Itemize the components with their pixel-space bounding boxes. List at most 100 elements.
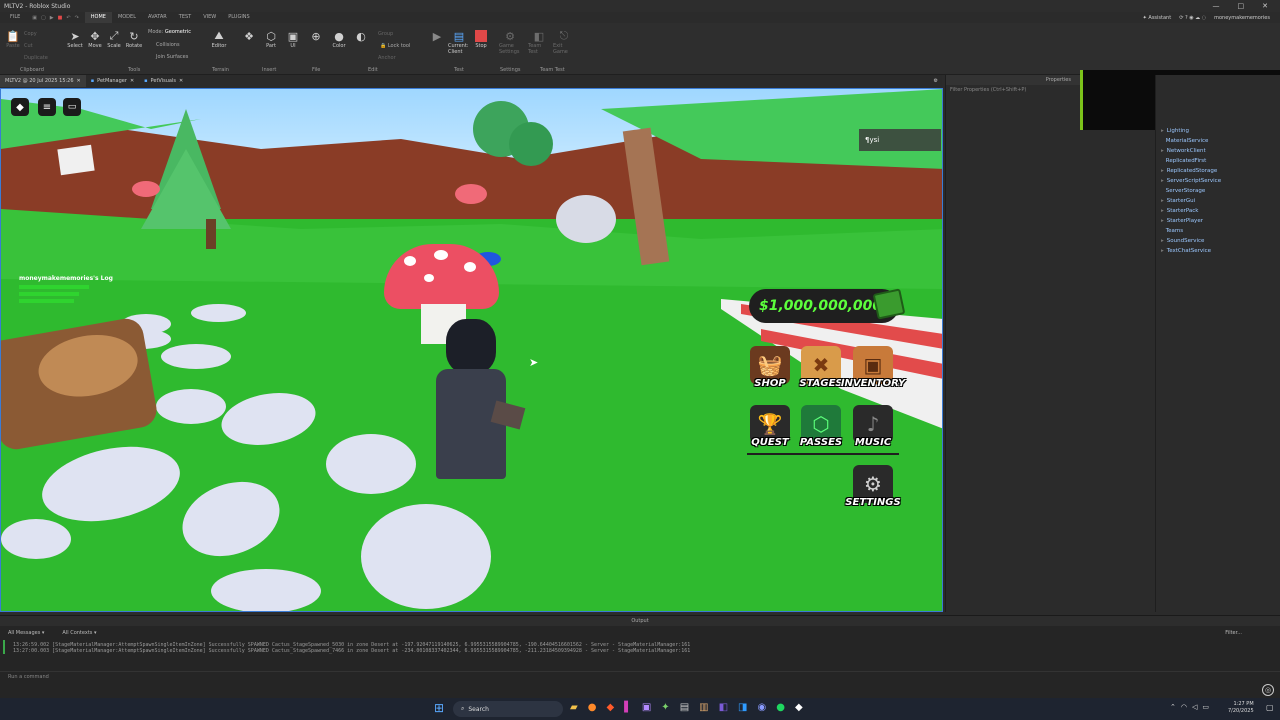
explorer-item[interactable]: ▸ SoundService: [1161, 236, 1280, 246]
user-name[interactable]: moneymakememories: [1214, 15, 1270, 21]
part-button[interactable]: ⬡ Part: [260, 29, 282, 50]
visual-studio-icon[interactable]: ◧: [719, 702, 728, 713]
cut-button[interactable]: Cut: [24, 43, 33, 49]
taskbar-search[interactable]: ⌕ Search: [453, 701, 563, 717]
chevron-up-icon[interactable]: ⌃: [1170, 703, 1176, 711]
game-settings-button[interactable]: ⚙ Game Settings: [499, 29, 521, 56]
settings-button[interactable]: ⚙ SETTINGS: [845, 465, 901, 513]
minimize-button[interactable]: —: [1213, 2, 1220, 10]
inventory-button[interactable]: ▣ INVENTORY: [841, 346, 905, 394]
maximize-button[interactable]: □: [1238, 2, 1245, 10]
tab-view[interactable]: VIEW: [197, 12, 222, 23]
stop-icon[interactable]: ■: [58, 15, 63, 21]
explorer-item[interactable]: ▸ StarterGui: [1161, 196, 1280, 206]
toolbox-button[interactable]: ❖: [238, 29, 260, 43]
stages-button[interactable]: ✖ STAGES: [798, 346, 844, 394]
tab-test[interactable]: TEST: [173, 12, 197, 23]
after-effects-icon[interactable]: ▣: [642, 702, 651, 713]
brave-icon[interactable]: ◆: [606, 702, 614, 713]
target-icon[interactable]: ◎: [1262, 684, 1274, 696]
select-tool[interactable]: ➤ Select: [64, 29, 86, 50]
file-menu[interactable]: FILE: [4, 12, 26, 23]
terrain-editor-button[interactable]: ⛰ Editor: [208, 29, 230, 49]
hamburger-icon[interactable]: ≡: [38, 98, 56, 116]
battery-icon[interactable]: ▭: [1202, 703, 1209, 711]
anchor-button[interactable]: Anchor: [378, 55, 396, 61]
chat-input[interactable]: ¶ ysi: [859, 129, 941, 151]
collisions-toggle[interactable]: Collisions: [156, 42, 180, 48]
current-client-button[interactable]: ▤ Current: Client: [448, 29, 470, 56]
speaker-icon[interactable]: ◁: [1192, 703, 1197, 711]
stop-button[interactable]: Stop: [470, 29, 492, 49]
redo-icon[interactable]: ↷: [75, 15, 79, 21]
explorer-item[interactable]: ▸ Lighting: [1161, 126, 1280, 136]
player-avatar[interactable]: [431, 319, 526, 489]
app-icon[interactable]: ✦: [661, 702, 669, 713]
music-button[interactable]: ♪ MUSIC: [850, 405, 896, 453]
app-icon[interactable]: ▥: [699, 702, 708, 713]
color-button[interactable]: ● Color: [328, 29, 350, 50]
save-icon[interactable]: ▣: [32, 15, 37, 21]
ui-button[interactable]: ▣ UI: [282, 29, 304, 50]
play-icon[interactable]: ▶: [50, 15, 54, 21]
explorer-item[interactable]: ReplicatedFirst: [1161, 156, 1280, 166]
notification-icon[interactable]: ▢: [1266, 703, 1274, 712]
windows-start-icon[interactable]: ⊞: [434, 701, 448, 715]
tab-plugins[interactable]: PLUGINS: [222, 12, 255, 23]
output-filter-input[interactable]: Filter...: [1225, 630, 1242, 636]
lock-tool-button[interactable]: 🔒 Lock tool: [380, 43, 410, 49]
undo-icon[interactable]: ↶: [66, 15, 70, 21]
paste-button[interactable]: 📋 Paste: [2, 29, 24, 50]
share-icon[interactable]: ⟳ ? ◉ ☁ ◌: [1179, 15, 1206, 21]
import-3d-button[interactable]: ⊕: [305, 29, 327, 43]
explorer-item[interactable]: ▸ StarterPack: [1161, 206, 1280, 216]
gear-icon[interactable]: ⚙: [934, 75, 938, 87]
all-contexts-dropdown[interactable]: All Contexts ▾: [62, 630, 96, 636]
material-button[interactable]: ◐: [350, 29, 372, 43]
close-icon[interactable]: ✕: [77, 78, 81, 84]
new-icon[interactable]: ▢: [41, 15, 46, 21]
explorer-item[interactable]: MaterialService: [1161, 136, 1280, 146]
group-button[interactable]: Group: [378, 31, 393, 37]
command-bar-input[interactable]: Run a command: [0, 671, 1280, 681]
duplicate-button[interactable]: Duplicate: [24, 55, 48, 61]
app-icon[interactable]: ▤: [680, 702, 689, 713]
vscode-icon[interactable]: ◨: [738, 702, 747, 713]
exit-game-button[interactable]: ⎋ Exit Game: [553, 29, 575, 55]
tab-model[interactable]: MODEL: [112, 12, 142, 23]
explorer-item[interactable]: ▸ ReplicatedStorage: [1161, 166, 1280, 176]
doc-tab-game[interactable]: MLTV2 @ 20 Jul 2025 15:26 ✕: [0, 75, 86, 87]
tab-avatar[interactable]: AVATAR: [142, 12, 173, 23]
roblox-studio-icon[interactable]: ◆: [795, 702, 803, 713]
explorer-item[interactable]: ▸ StarterPlayer: [1161, 216, 1280, 226]
mode-selector[interactable]: Mode: Geometric: [148, 29, 191, 35]
shop-button[interactable]: 🧺 SHOP: [747, 346, 793, 394]
play-button[interactable]: ▶: [426, 29, 448, 43]
assistant-button[interactable]: ✦ Assistant: [1143, 15, 1172, 21]
explorer-item[interactable]: ▸ NetworkClient: [1161, 146, 1280, 156]
firefox-icon[interactable]: ●: [588, 702, 597, 713]
tab-home[interactable]: HOME: [84, 12, 112, 23]
game-viewport[interactable]: ◆ ≡ ▭ moneymakememories's Log ¶ ysi $1,0…: [0, 88, 943, 612]
doc-tab-petvisuals[interactable]: ▪ PetVisuals ✕: [139, 75, 188, 87]
close-button[interactable]: ✕: [1262, 2, 1268, 10]
discord-icon[interactable]: ◉: [758, 702, 767, 713]
rotate-tool[interactable]: ↻ Rotate: [123, 29, 145, 50]
wifi-icon[interactable]: ◠: [1181, 703, 1187, 711]
file-explorer-icon[interactable]: ▰: [570, 702, 578, 713]
app-icon[interactable]: ▌: [624, 702, 632, 713]
passes-button[interactable]: ⬡ PASSES: [798, 405, 844, 453]
explorer-item[interactable]: Teams: [1161, 226, 1280, 236]
chat-icon[interactable]: ▭: [63, 98, 81, 116]
all-messages-dropdown[interactable]: All Messages ▾: [8, 630, 44, 636]
taskbar-clock[interactable]: 1:27 PM 7/20/2025: [1228, 701, 1254, 715]
roblox-menu-icon[interactable]: ◆: [11, 98, 29, 116]
explorer-item[interactable]: ▸ ServerScriptService: [1161, 176, 1280, 186]
explorer-item[interactable]: ▸ TextChatService: [1161, 246, 1280, 256]
team-test-button[interactable]: ◧ Team Test: [528, 29, 550, 56]
scale-tool[interactable]: ⤢ Scale: [103, 29, 125, 49]
spotify-icon[interactable]: ●: [776, 702, 785, 713]
join-surfaces-toggle[interactable]: Join Surfaces: [156, 54, 188, 60]
close-icon[interactable]: ✕: [179, 78, 183, 84]
close-icon[interactable]: ✕: [130, 78, 134, 84]
